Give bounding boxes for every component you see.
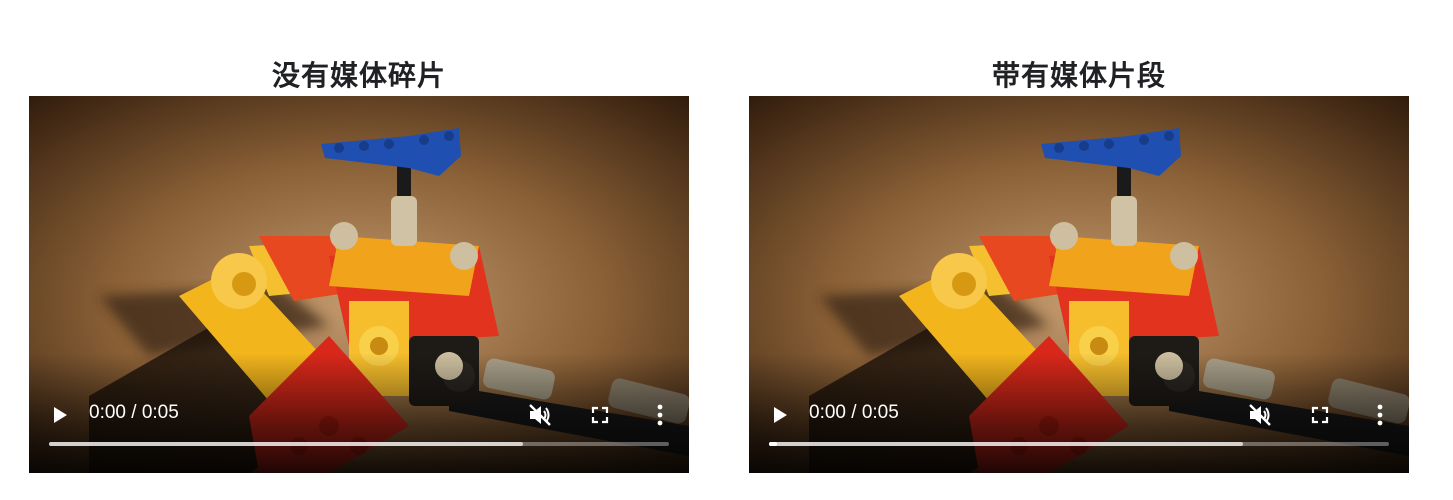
video-controls: 0:00 / 0:05 (29, 396, 689, 432)
play-button[interactable] (49, 404, 71, 426)
panel-title: 带有媒体片段 (991, 59, 1166, 92)
video-panel-no-fragments: 没有媒体碎片 0:00 / 0:05 (29, 56, 689, 473)
progress-bar[interactable] (49, 442, 669, 446)
progress-buffered (49, 442, 524, 446)
more-options-button[interactable] (1369, 402, 1391, 428)
progress-bar[interactable] (769, 442, 1389, 446)
muted-speaker-icon (1249, 404, 1271, 426)
time-display: 0:00 / 0:05 (809, 402, 899, 423)
more-vert-icon (657, 404, 663, 426)
fullscreen-icon (1311, 406, 1329, 424)
play-icon (774, 407, 787, 423)
fullscreen-button[interactable] (1309, 404, 1331, 426)
mute-button[interactable] (1247, 402, 1273, 428)
video-controls: 0:00 / 0:05 (749, 396, 1409, 432)
progress-played (769, 442, 777, 446)
more-vert-icon (1377, 404, 1383, 426)
video-player[interactable]: 0:00 / 0:05 (29, 96, 689, 473)
video-panel-with-fragments: 带有媒体片段 0:00 / 0:05 (749, 56, 1409, 473)
progress-buffered (769, 442, 1244, 446)
video-player[interactable]: 0:00 / 0:05 (749, 96, 1409, 473)
fullscreen-icon (591, 406, 609, 424)
mute-button[interactable] (527, 402, 553, 428)
fullscreen-button[interactable] (589, 404, 611, 426)
play-icon (54, 407, 67, 423)
play-button[interactable] (769, 404, 791, 426)
muted-speaker-icon (529, 404, 551, 426)
panel-title: 没有媒体碎片 (271, 59, 446, 92)
page: 没有媒体碎片 0:00 / 0:05 带有媒体片段 0:00 / 0:05 (0, 0, 1453, 500)
more-options-button[interactable] (649, 402, 671, 428)
time-display: 0:00 / 0:05 (89, 402, 179, 423)
